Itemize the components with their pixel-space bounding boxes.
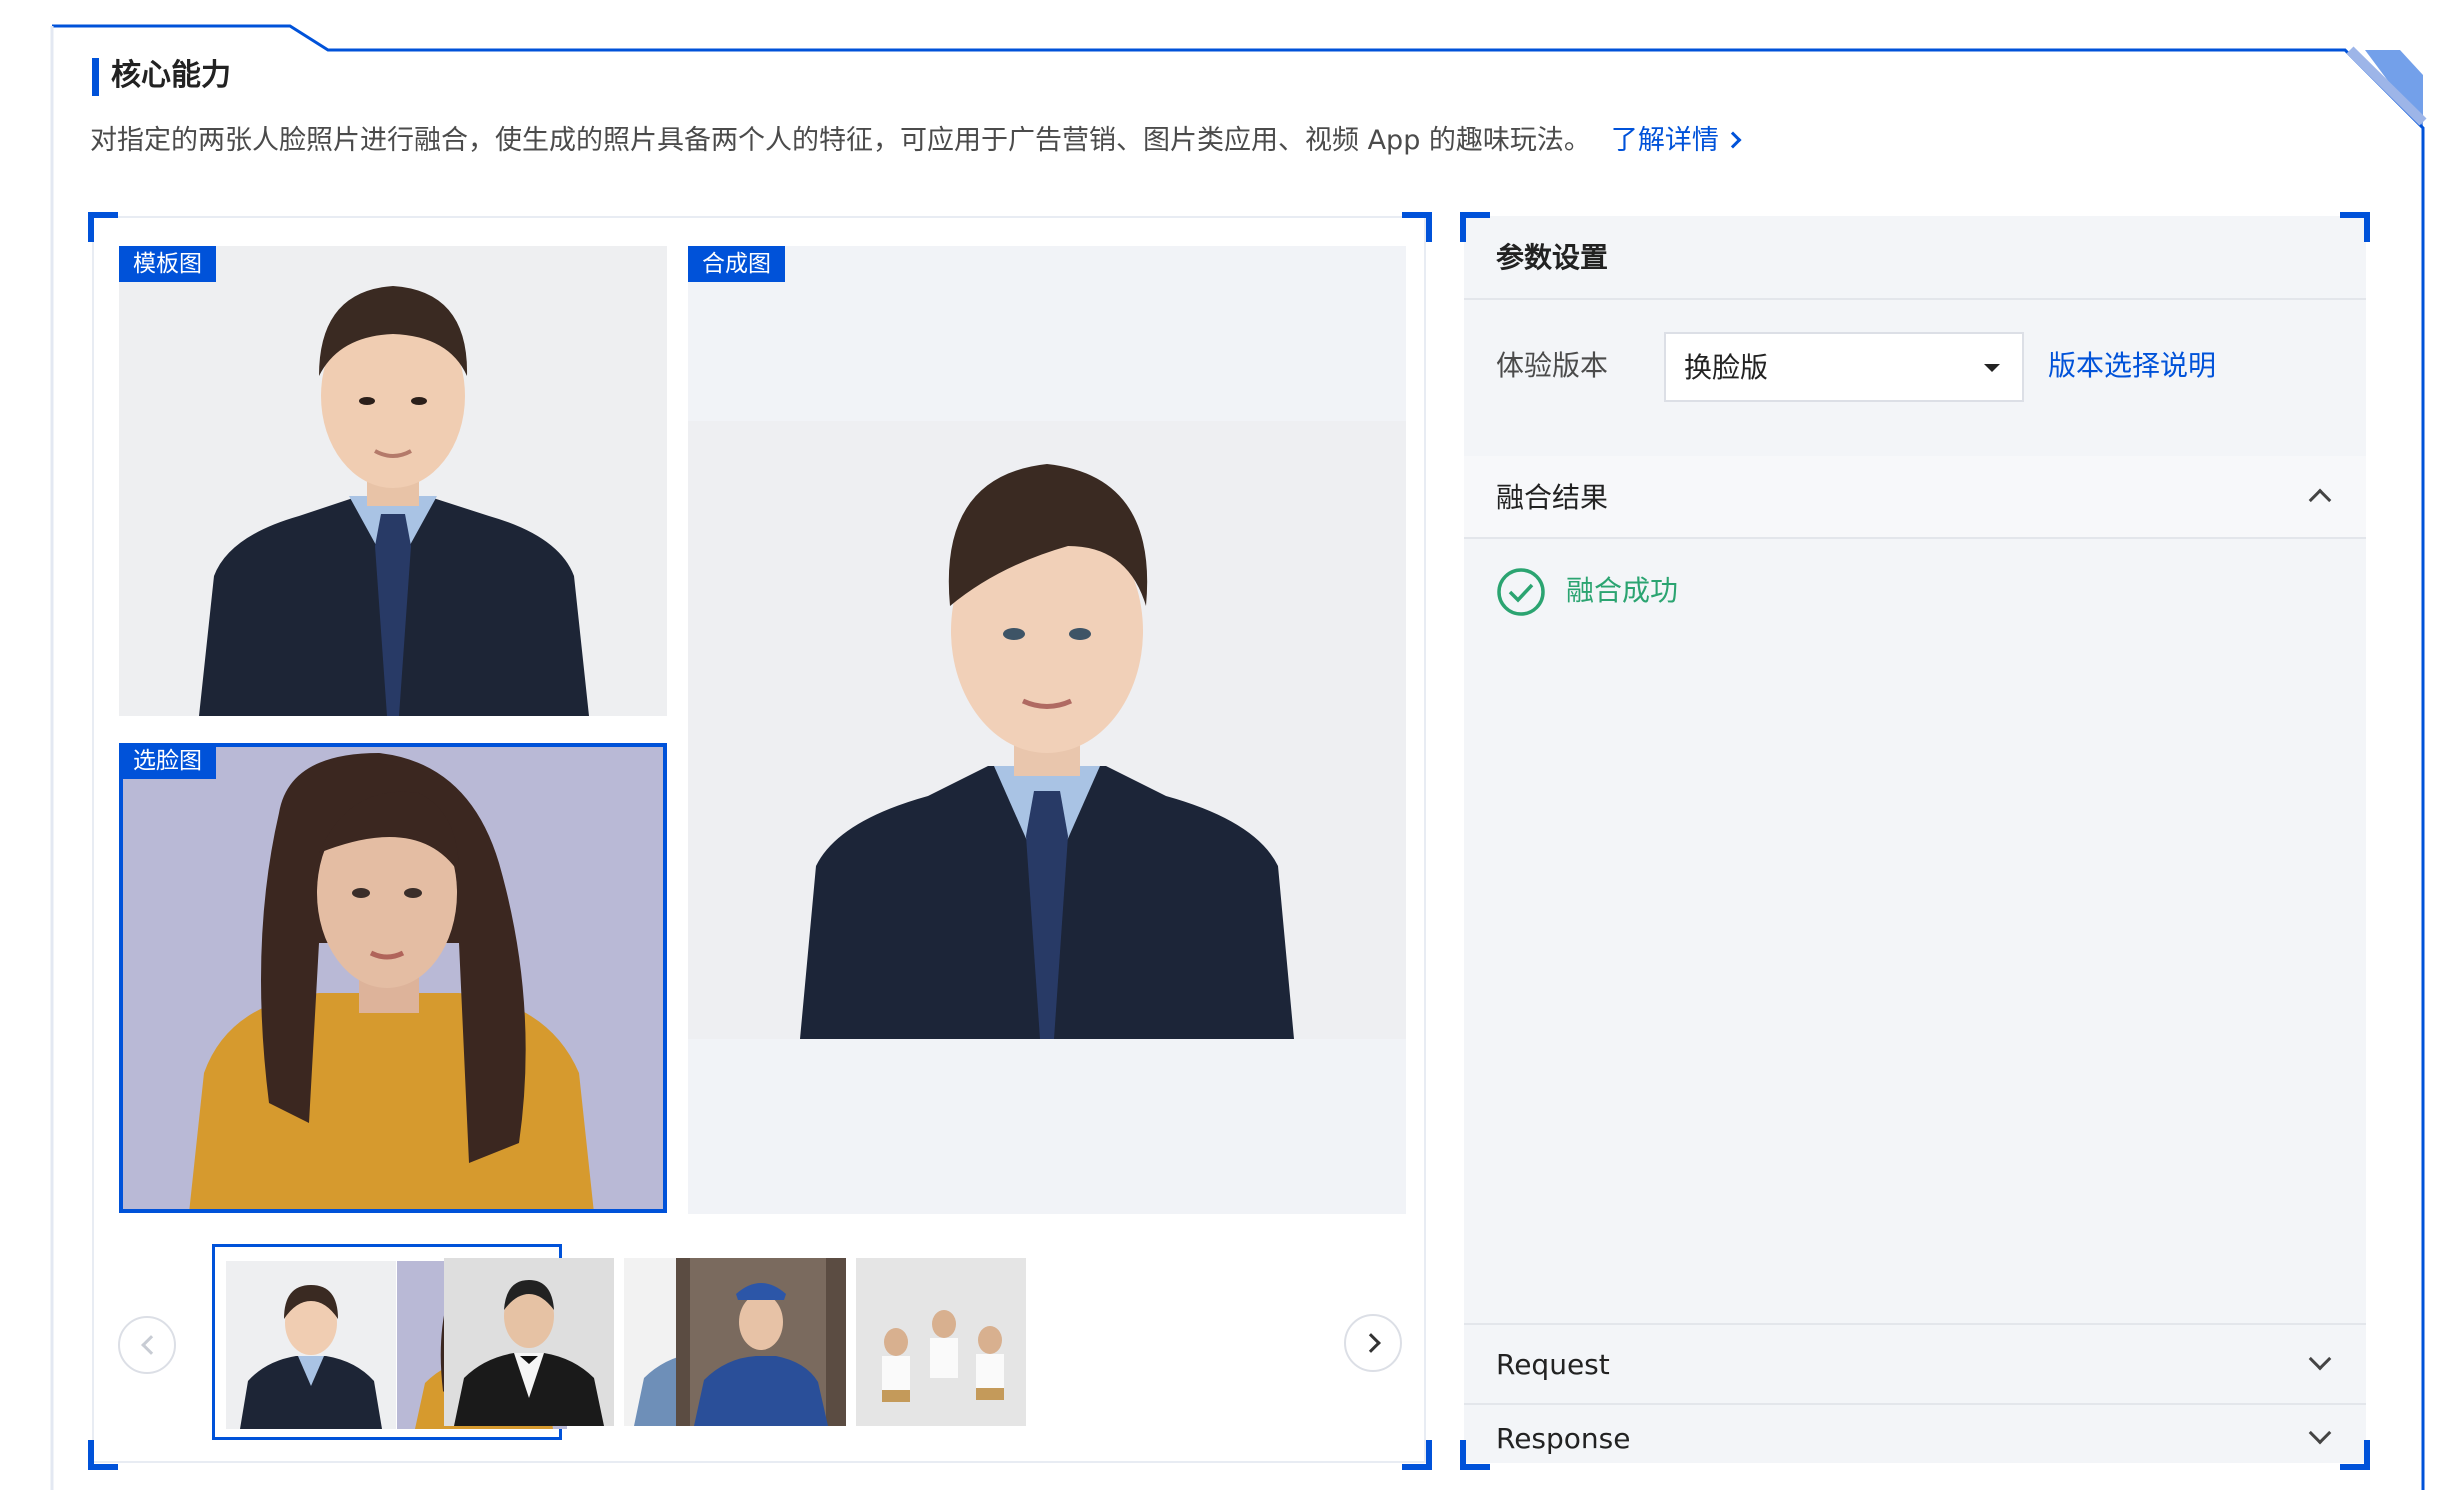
learn-more-link[interactable]: 了解详情 [1610,125,1742,156]
face-portrait [119,743,667,1213]
template-portrait [119,246,667,716]
result-status: 融合成功 [1566,574,1679,607]
panel-corner-mark [1402,212,1432,242]
thumbnail-image [676,1258,846,1426]
result-tag: 合成图 [688,246,785,282]
face-image[interactable]: 选脸图 [119,743,667,1213]
panel-corner-mark [2340,212,2370,242]
version-label: 体验版本 [1496,349,1609,382]
description-text: 对指定的两张人脸照片进行融合，使生成的照片具备两个人的特征，可应用于广告营销、图… [90,125,1591,156]
panel-corner-mark [88,1440,118,1470]
result-portrait [688,246,1406,1214]
thumb-group-photo [856,1258,1026,1426]
thumb-man-1 [226,1261,396,1429]
chevron-left-icon [141,1335,161,1355]
thumbnail-image [226,1261,396,1429]
thumb-woman-2 [676,1258,846,1426]
caret-down-icon [1984,364,2000,372]
face-tag: 选脸图 [119,743,216,779]
result-accordion-header[interactable]: 融合结果 [1464,456,2366,539]
learn-more-label: 了解详情 [1610,125,1719,156]
section-description: 对指定的两张人脸照片进行融合，使生成的照片具备两个人的特征，可应用于广告营销、图… [90,120,1742,162]
response-title: Response [1496,1422,1631,1455]
result-body: 融合成功 [1464,539,2366,1323]
thumbnail-pair-3[interactable] [676,1244,1026,1440]
thumbnail-strip [212,1244,1312,1440]
thumb-man-2 [444,1258,614,1426]
chevron-right-icon [1361,1333,1381,1353]
chevron-down-icon [2308,1347,2332,1371]
version-select[interactable]: 换脸版 [1664,332,2024,402]
check-circle-icon [1497,568,1545,616]
panel-corner-mark [2340,1440,2370,1470]
thumbnail-image [856,1258,1026,1426]
result-title: 融合结果 [1496,481,1609,514]
request-accordion-header[interactable]: Request [1464,1323,2366,1405]
panel-corner-mark [1460,1440,1490,1470]
params-title: 参数设置 [1496,241,1609,274]
section-title-marker [92,58,99,96]
chevron-right-icon [1724,131,1742,149]
version-help-link[interactable]: 版本选择说明 [2048,346,2216,386]
section-title: 核心能力 [111,58,231,93]
panel-corner-mark [1402,1440,1432,1470]
chevron-down-icon [2308,1421,2332,1445]
panel-corner-mark [88,212,118,242]
carousel-prev-button[interactable] [118,1316,176,1374]
panel-corner-mark [1460,212,1490,242]
chevron-up-icon [2308,488,2332,512]
request-title: Request [1496,1348,1610,1381]
response-accordion-header[interactable]: Response [1464,1405,2366,1463]
carousel-next-button[interactable] [1344,1314,1402,1372]
parameter-panel: 参数设置 体验版本 换脸版 版本选择说明 融合结果 融合成功 Request R… [1464,216,2366,1463]
version-select-value: 换脸版 [1684,351,1769,384]
template-image: 模板图 [119,246,667,716]
thumbnail-image [444,1258,614,1426]
result-image: 合成图 [688,246,1406,1214]
params-header: 参数设置 [1464,216,2366,300]
template-tag: 模板图 [119,246,216,282]
